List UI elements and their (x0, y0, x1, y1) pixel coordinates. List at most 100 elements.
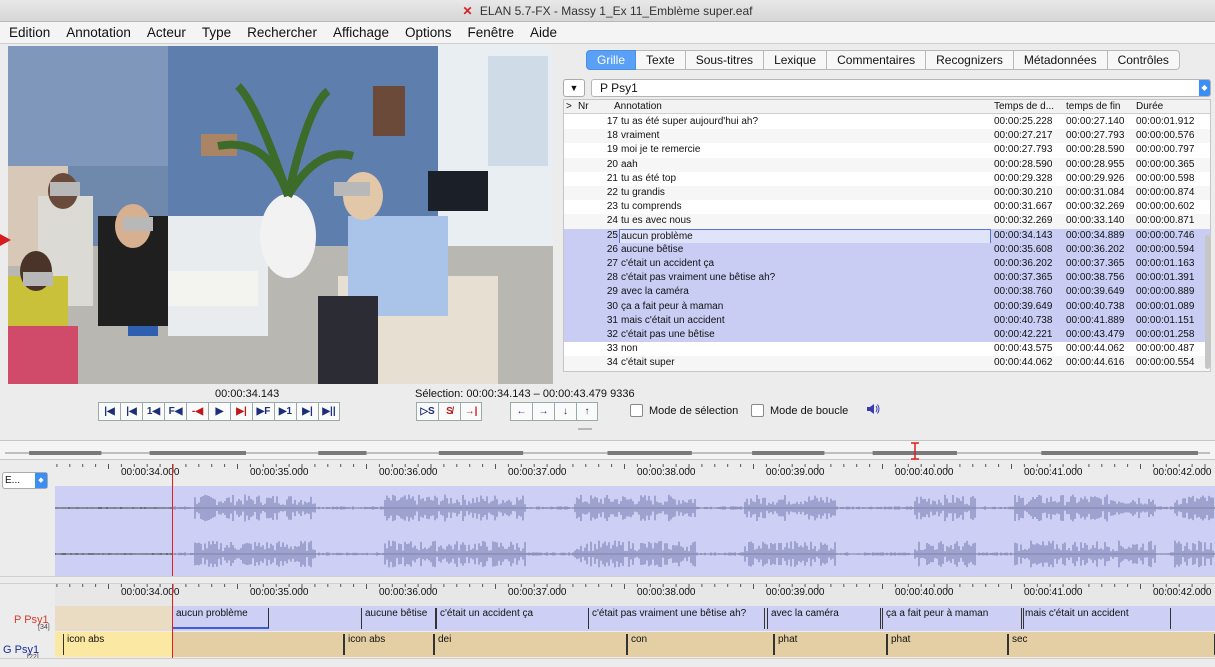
annotation-column-header[interactable]: Annotation (614, 100, 662, 113)
grid-cell-duration: 00:00:01.391 (1136, 272, 1195, 284)
toggle-crosshair-button[interactable]: →| (460, 402, 482, 421)
menu-type[interactable]: Type (193, 22, 238, 44)
next-scrollview-button[interactable]: ▶| (296, 402, 318, 421)
table-row[interactable]: 28 c'était pas vraiment une bêtise ah? 00:… (564, 271, 1210, 286)
table-row[interactable]: 25 aucun problème 00:00:34.143 00:00:34.889… (564, 228, 1210, 245)
menu-annotation[interactable]: Annotation (57, 22, 138, 44)
next-second-button[interactable]: ▶1 (274, 402, 296, 421)
menu-affichage[interactable]: Affichage (324, 22, 396, 44)
tier-label-p-psy1[interactable]: P Psy1 [34] (14, 614, 50, 631)
annotation-segment[interactable]: mais c'était un accident (1021, 608, 1171, 629)
mode-selection-box[interactable] (630, 404, 643, 417)
waveform-viewer[interactable] (54, 486, 1215, 576)
tier-select-dropdown[interactable]: P Psy1 ◆ (591, 79, 1211, 97)
annotation-segment[interactable]: sec (1008, 634, 1215, 655)
play-button[interactable]: ▶ (208, 402, 230, 421)
previous-frame-button[interactable]: F◀ (164, 402, 186, 421)
annotation-segment[interactable]: aucune bêtise (361, 608, 436, 629)
table-row[interactable]: 31 mais c'était un accident 00:00:40.738 00… (564, 313, 1210, 328)
waveform-channel-select[interactable]: E... ◆ (2, 472, 48, 489)
tier-down-button[interactable]: ↓ (554, 402, 576, 421)
annotation-segment[interactable]: phat (887, 634, 1008, 655)
annotation-segment[interactable]: avec la caméra (767, 608, 881, 629)
annotation-segment[interactable]: c'était pas vraiment une bêtise ah? (588, 608, 765, 629)
table-row[interactable]: 17 tu as été super aujourd'hui ah? 00:00:2… (564, 115, 1210, 129)
end-time-column-header[interactable]: temps de fin (1066, 100, 1120, 113)
speaker-icon[interactable] (866, 403, 880, 418)
grid-cell-end: 00:00:33.140 (1066, 215, 1125, 227)
tab-sous-titres[interactable]: Sous-titres (685, 50, 765, 70)
annotation-segment[interactable]: c'était un accident ça (436, 608, 589, 629)
mode-boucle-box[interactable] (751, 404, 764, 417)
previous-pixel-button[interactable]: -◀ (186, 402, 208, 421)
table-row[interactable]: 21 tu as été top 00:00:29.328 00:00:29.926 0… (564, 172, 1210, 186)
next-annotation-button[interactable]: → (532, 402, 554, 421)
splitter-handle[interactable] (578, 428, 592, 430)
tier-label-g-psy1[interactable]: G Psy1 [22] (3, 644, 39, 661)
table-row[interactable]: 27 c'était un accident ça 00:00:36.202 00:0… (564, 257, 1210, 272)
timeline-splitter[interactable] (0, 576, 1215, 584)
annotation-segment[interactable]: dei (434, 634, 627, 655)
table-row[interactable]: 32 c'était pas une bêtise 00:00:42.221 00:0… (564, 328, 1210, 343)
tier-collapse-toggle[interactable]: ▼ (563, 79, 585, 97)
mode-selection-checkbox[interactable]: Mode de sélection (630, 404, 738, 417)
table-row[interactable]: 34 c'était super 00:00:44.062 00:00:44.616 0… (564, 356, 1210, 371)
tier-track-g-psy1[interactable]: icon abs icon abs dei con phat phat sec (55, 632, 1215, 657)
previous-scrollview-button[interactable]: |◀ (120, 402, 142, 421)
tab-texte[interactable]: Texte (636, 50, 686, 70)
previous-second-button[interactable]: 1◀ (142, 402, 164, 421)
start-time-column-header[interactable]: Temps de d... (994, 100, 1054, 113)
tier-up-button[interactable]: ↑ (576, 402, 598, 421)
menu-rechercher[interactable]: Rechercher (238, 22, 324, 44)
grid-cell-duration: 00:00:00.554 (1136, 357, 1195, 369)
nr-column-header[interactable]: Nr (578, 100, 589, 113)
annotation-segment[interactable]: con (627, 634, 774, 655)
grid-cell-annotation: c'était pas vraiment une bêtise ah? (621, 272, 776, 284)
tab-controles[interactable]: Contrôles (1107, 50, 1180, 70)
go-to-end-button[interactable]: ▶|| (318, 402, 340, 421)
tab-recognizers[interactable]: Recognizers (926, 50, 1014, 70)
menu-aide[interactable]: Aide (521, 22, 564, 44)
grid-scrollbar[interactable] (1205, 235, 1210, 369)
next-pixel-button[interactable]: ▶| (230, 402, 252, 421)
annotation-segment[interactable]: icon abs (344, 634, 434, 655)
grid-cell-start: 00:00:40.738 (994, 314, 1053, 326)
next-frame-button[interactable]: ▶F (252, 402, 274, 421)
menu-fenetre[interactable]: Fenêtre (459, 22, 522, 44)
table-row[interactable]: 18 vraiment 00:00:27.217 00:00:27.793 00:00:… (564, 129, 1210, 144)
annotation-segment[interactable]: ça a fait peur à maman (882, 608, 1024, 629)
table-row[interactable]: 26 aucune bêtise 00:00:35.608 00:00:36.202 0… (564, 242, 1210, 257)
mode-boucle-checkbox[interactable]: Mode de boucle (751, 404, 848, 417)
table-row[interactable]: 30 ça a fait peur à maman 00:00:39.649 00:0… (564, 299, 1210, 314)
table-row[interactable]: 24 tu es avec nous 00:00:32.269 00:00:33.14… (564, 214, 1210, 229)
overview-annotation-block (752, 451, 825, 455)
ruler-label: 00:00:35.000 (250, 467, 309, 478)
duration-column-header[interactable]: Durée (1136, 100, 1163, 113)
previous-annotation-button[interactable]: ← (510, 402, 532, 421)
annotation-navigation-controls: ← → ↓ ↑ (510, 402, 598, 422)
tier-track-p-psy1[interactable]: aucun problème aucune bêtise c'était un ac… (55, 606, 1215, 631)
annotation-segment[interactable]: phat (774, 634, 887, 655)
menu-options[interactable]: Options (396, 22, 459, 44)
menu-edition[interactable]: Edition (0, 22, 57, 44)
clear-selection-button[interactable]: S̸ (438, 402, 460, 421)
play-selection-button[interactable]: ▷S (416, 402, 438, 421)
tab-commentaires[interactable]: Commentaires (827, 50, 927, 70)
table-row[interactable]: 33 non 00:00:43.575 00:00:44.062 00:00:00.48… (564, 342, 1210, 356)
tab-grille[interactable]: Grille (586, 50, 637, 70)
menu-acteur[interactable]: Acteur (138, 22, 193, 44)
sort-column-header[interactable]: > (566, 100, 572, 113)
table-row[interactable]: 23 tu comprends 00:00:31.667 00:00:32.269 00… (564, 200, 1210, 214)
timeline-overview[interactable] (0, 440, 1215, 460)
table-row[interactable]: 19 moi je te remercie 00:00:27.793 00:00:28… (564, 143, 1210, 157)
tab-lexique[interactable]: Lexique (764, 50, 828, 70)
video-viewer[interactable] (8, 46, 553, 384)
table-row[interactable]: 20 aah 00:00:28.590 00:00:28.955 00:00:00.36… (564, 157, 1210, 172)
table-row[interactable]: 22 tu grandis 00:00:30.210 00:00:31.084 00:0… (564, 186, 1210, 201)
annotation-segment[interactable]: icon abs (63, 634, 344, 655)
table-row[interactable]: 29 avec la caméra 00:00:38.760 00:00:39.649… (564, 285, 1210, 300)
grid-cell-nr: 32 (606, 329, 618, 340)
annotation-segment[interactable]: aucun problème (172, 608, 269, 629)
tab-metadonnees[interactable]: Métadonnées (1013, 50, 1108, 70)
go-to-begin-button[interactable]: |◀ (98, 402, 120, 421)
